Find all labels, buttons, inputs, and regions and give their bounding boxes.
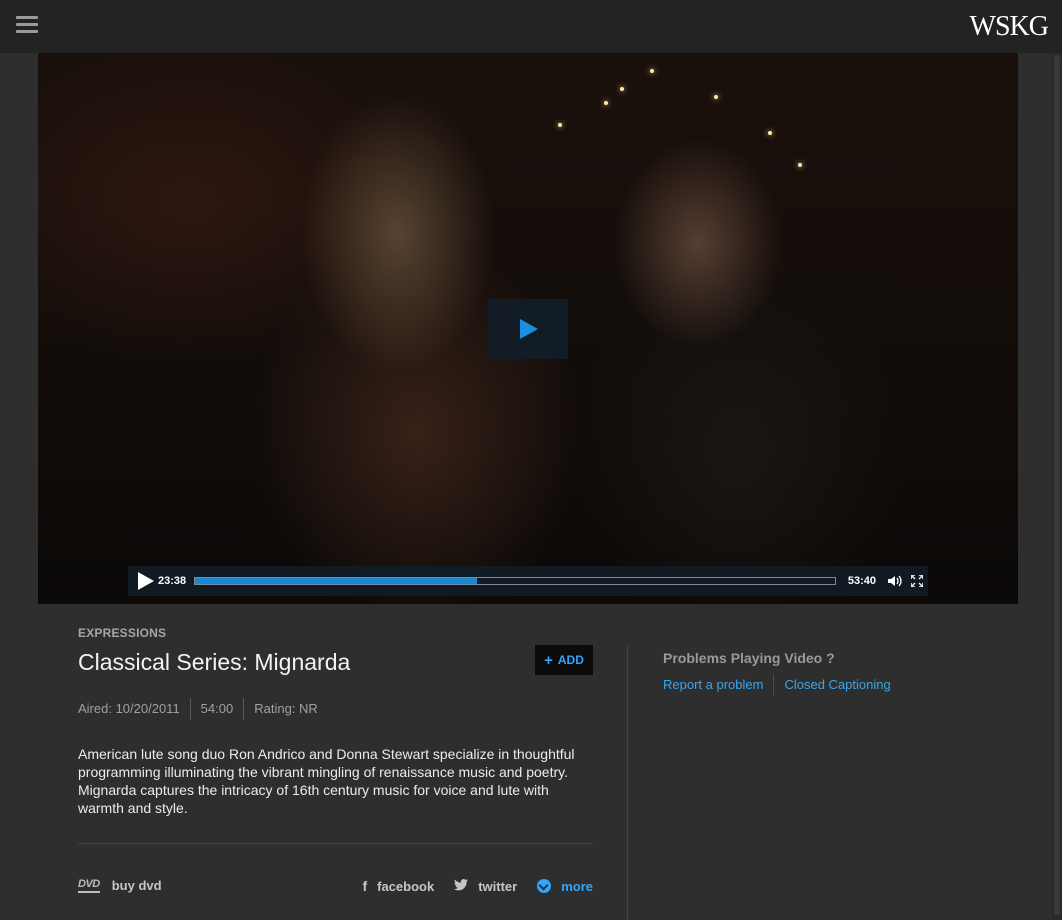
plus-icon: + [544, 651, 553, 669]
hamburger-icon[interactable] [16, 16, 38, 34]
divider [78, 843, 593, 844]
buy-dvd-link[interactable]: DVD buy dvd [78, 878, 162, 893]
program-category[interactable]: EXPRESSIONS [78, 626, 593, 640]
facebook-icon: f [362, 878, 368, 894]
buy-dvd-label: buy dvd [111, 878, 162, 893]
dvd-icon: DVD [78, 878, 100, 893]
facebook-label: facebook [377, 878, 435, 894]
fullscreen-icon[interactable] [906, 566, 928, 596]
twitter-label: twitter [478, 878, 518, 894]
column-separator [627, 645, 628, 920]
chevron-down-icon [537, 879, 552, 893]
add-button[interactable]: + ADD [535, 645, 593, 675]
player-controls: 23:38 53:40 [128, 566, 928, 596]
closed-captioning-link[interactable]: Closed Captioning [784, 674, 890, 696]
top-bar: WSKG [0, 0, 1062, 53]
video-rating: Rating: NR [243, 698, 328, 720]
volume-icon[interactable] [884, 566, 906, 596]
share-bar: DVD buy dvd f facebook twitter more [78, 876, 593, 898]
share-links: f facebook twitter more [362, 878, 593, 894]
big-play-button[interactable] [488, 299, 568, 359]
video-meta: Aired: 10/20/2011 54:00 Rating: NR [78, 698, 328, 720]
video-length: 54:00 [189, 698, 244, 720]
current-time: 23:38 [158, 575, 187, 587]
more-link[interactable]: more [537, 879, 593, 894]
video-info: EXPRESSIONS Classical Series: Mignarda +… [78, 620, 593, 816]
help-panel: Problems Playing Video ? Report a proble… [663, 650, 891, 696]
progress-fill [195, 578, 477, 584]
scrollbar-thumb[interactable] [1054, 55, 1060, 915]
play-icon[interactable] [128, 566, 158, 596]
video-description: American lute song duo Ron Andrico and D… [78, 746, 575, 816]
facebook-link[interactable]: f facebook [362, 878, 434, 894]
help-title: Problems Playing Video ? [663, 650, 835, 666]
add-label: ADD [557, 653, 584, 667]
progress-bar[interactable] [194, 577, 836, 585]
duration: 53:40 [847, 575, 876, 587]
twitter-icon [454, 878, 469, 894]
more-label: more [561, 878, 593, 894]
video-player[interactable]: 23:38 53:40 [38, 53, 1018, 604]
link-separator [773, 674, 775, 696]
scrollbar[interactable] [1052, 53, 1062, 920]
twitter-link[interactable]: twitter [454, 878, 517, 894]
aired-date: Aired: 10/20/2011 [78, 701, 180, 716]
wskg-logo[interactable]: WSKG [970, 11, 1049, 43]
help-links: Report a problem Closed Captioning [663, 674, 891, 696]
video-title: Classical Series: Mignarda [78, 649, 351, 675]
report-problem-link[interactable]: Report a problem [663, 674, 763, 696]
